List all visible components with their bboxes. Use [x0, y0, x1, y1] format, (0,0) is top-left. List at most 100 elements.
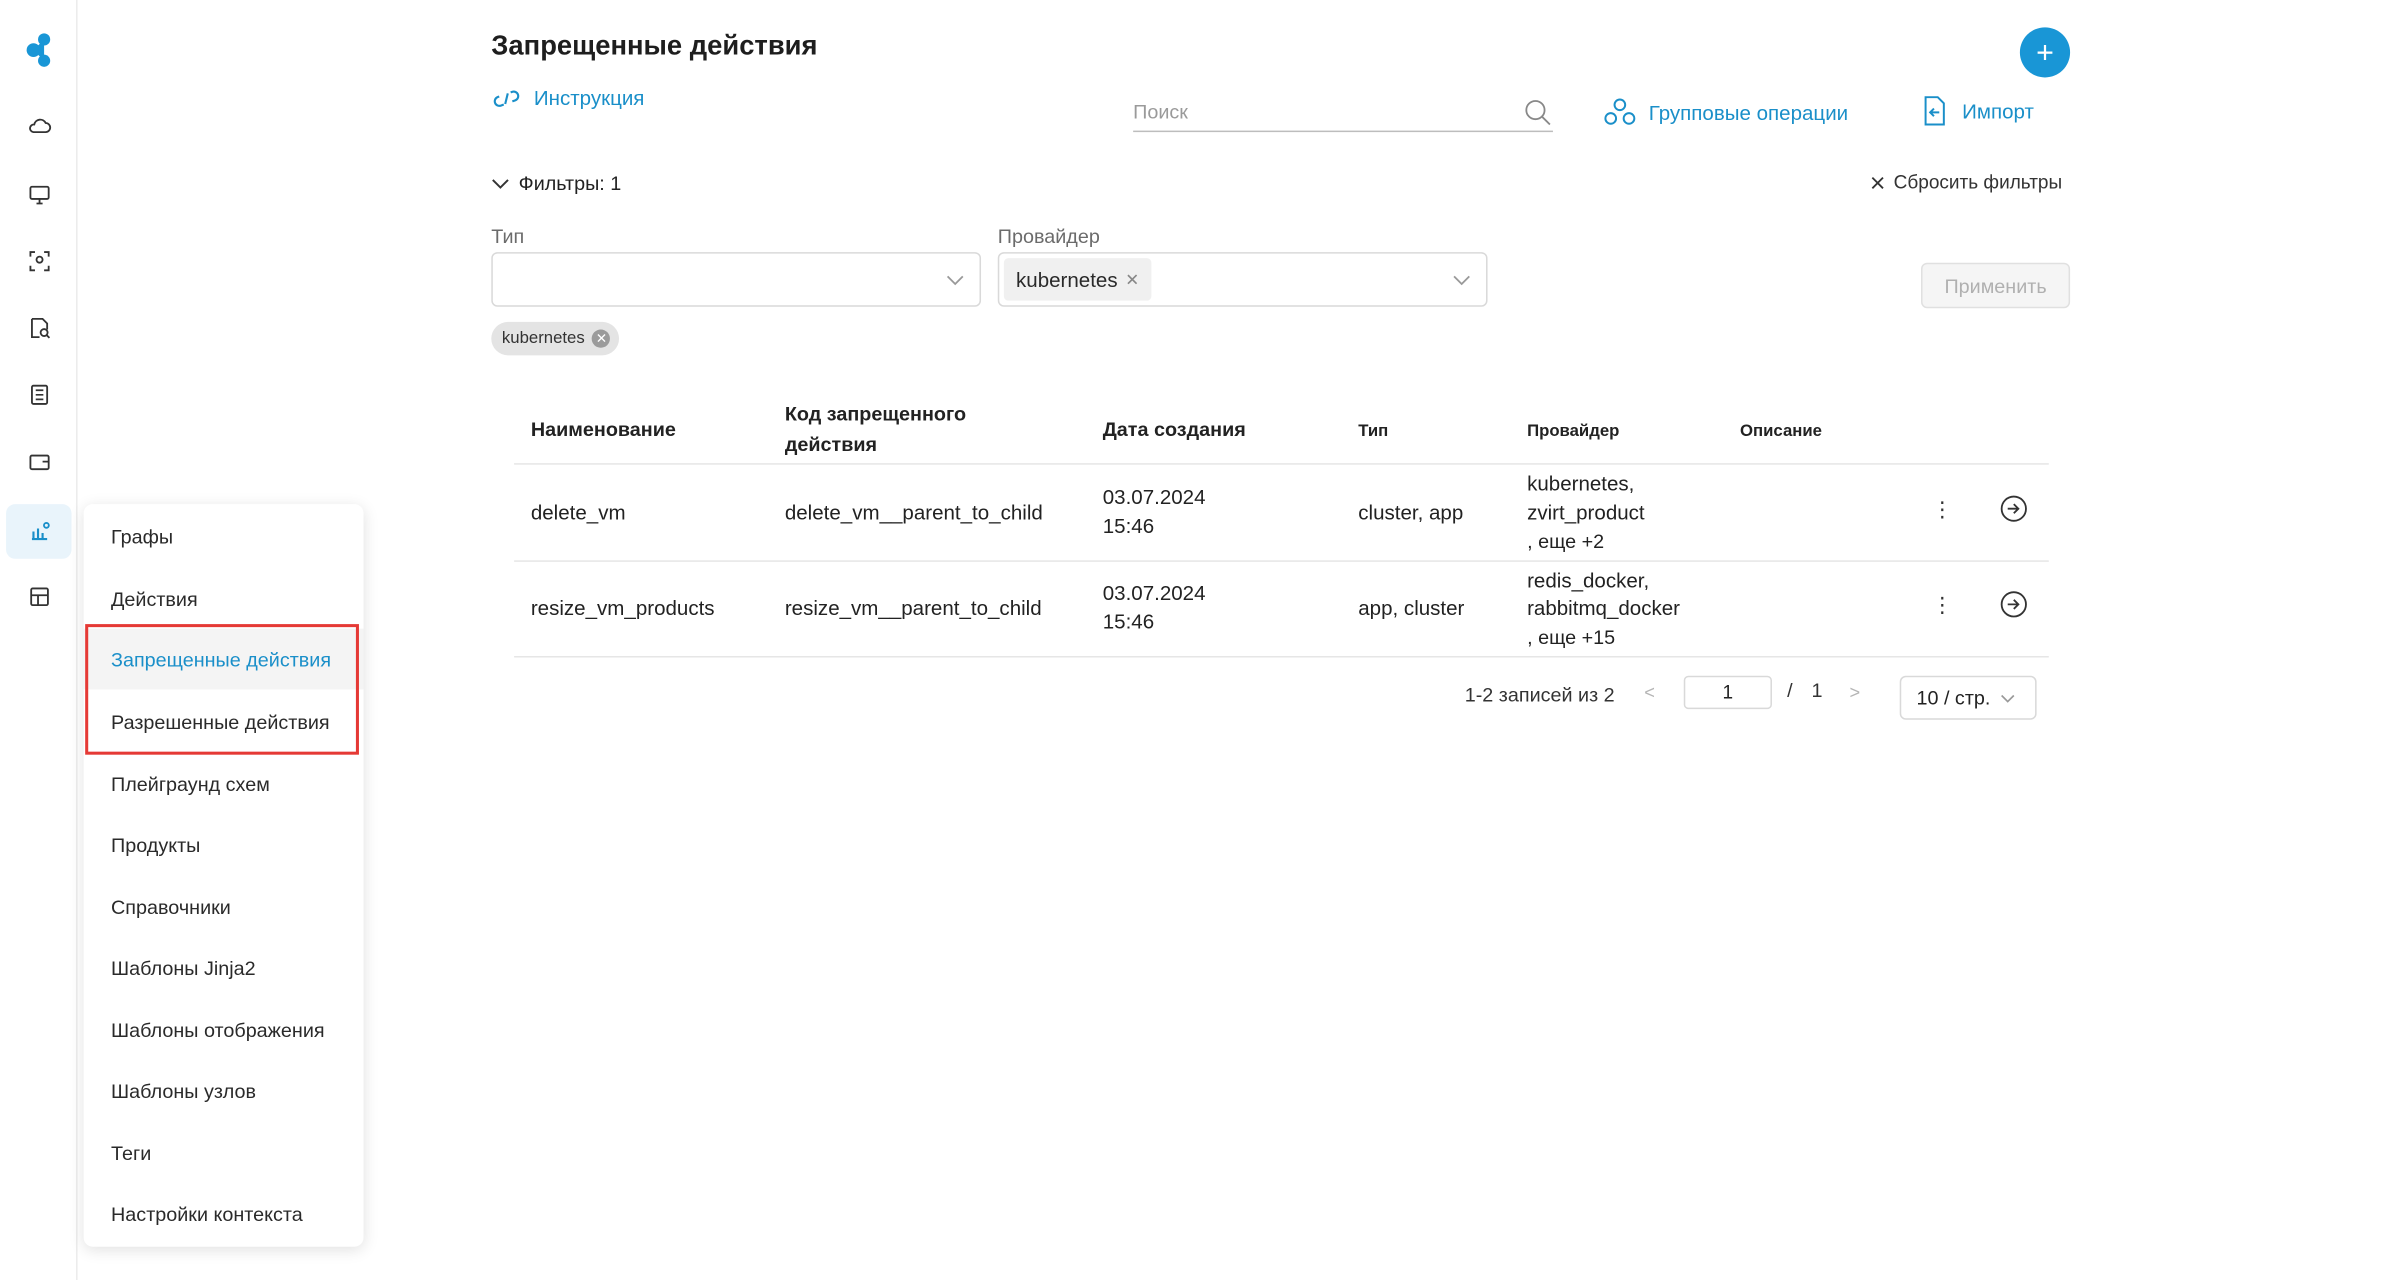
chevron-down-icon: [1453, 275, 1470, 286]
cell-code: delete_vm__parent_to_child: [784, 501, 1043, 524]
col-header-description[interactable]: Описание: [1740, 416, 1822, 446]
sidebar-rail: [0, 0, 78, 1280]
reset-filters-label: Сбросить фильтры: [1893, 171, 2063, 193]
wallet-icon: [28, 454, 49, 471]
clear-chip-icon[interactable]: ✕: [592, 329, 611, 348]
cell-provider-line1: kubernetes,: [1527, 472, 1635, 496]
table-divider: [514, 463, 2049, 465]
cell-name: delete_vm: [530, 501, 626, 524]
provider-selected-tag: kubernetes ✕: [1003, 258, 1152, 301]
menu-item-context-settings[interactable]: Настройки контекста: [84, 1183, 364, 1244]
rail-cloud-button[interactable]: [6, 100, 71, 155]
filters-label: Фильтры: 1: [518, 171, 622, 195]
next-page-icon[interactable]: >: [1850, 682, 1861, 703]
group-operations-label: Групповые операции: [1648, 100, 1849, 124]
provider-tag-label: kubernetes: [1016, 268, 1118, 291]
col-header-date[interactable]: Дата создания: [1103, 415, 1246, 445]
search-field[interactable]: [1133, 91, 1553, 133]
table-divider: [514, 560, 2049, 562]
menu-item-schema-playground[interactable]: Плейграунд схем: [84, 753, 364, 814]
page-title: Запрещенные действия: [491, 30, 818, 61]
col-header-provider[interactable]: Провайдер: [1527, 416, 1619, 446]
instruction-link[interactable]: Инструкция: [491, 86, 645, 110]
col-header-code-line1: Код запрещенного: [784, 402, 967, 426]
search-icon[interactable]: [1523, 97, 1553, 127]
rail-list-button[interactable]: [6, 367, 71, 422]
cell-provider-more[interactable]: , еще +2: [1527, 527, 1604, 556]
col-header-type[interactable]: Тип: [1358, 416, 1388, 446]
chevron-down-icon: [946, 275, 964, 286]
group-operations-button[interactable]: Групповые операции: [1603, 97, 1848, 127]
menu-item-allowed-actions[interactable]: Разрешенные действия: [84, 691, 364, 752]
graph-icon: [31, 522, 49, 541]
import-label: Импорт: [1962, 99, 2034, 123]
cell-code: resize_vm__parent_to_child: [784, 596, 1042, 620]
col-header-code[interactable]: Код запрещенного действия: [785, 399, 966, 460]
cloud-icon: [28, 118, 51, 134]
cell-name: resize_vm_products: [530, 596, 715, 620]
search-input[interactable]: [1133, 99, 1499, 123]
type-filter-label: Тип: [491, 224, 525, 248]
menu-item-jinja2-templates[interactable]: Шаблоны Jinja2: [84, 937, 364, 998]
page-size-select[interactable]: 10 / стр.: [1899, 675, 2037, 720]
active-filter-chip: kubernetes ✕: [491, 321, 620, 356]
arrow-right-circle-icon[interactable]: [2000, 495, 2027, 522]
user-scan-icon: [28, 251, 49, 272]
cell-date: 03.07.2024: [1102, 485, 1206, 509]
instruction-label: Инструкция: [533, 86, 645, 110]
import-button[interactable]: Импорт: [1921, 94, 2034, 127]
menu-item-graphs[interactable]: Графы: [84, 506, 364, 567]
rail-monitor-button[interactable]: [6, 167, 71, 222]
col-header-code-line2: действия: [784, 432, 878, 456]
cell-type: app, cluster: [1358, 596, 1465, 620]
menu-item-tags[interactable]: Теги: [84, 1122, 364, 1183]
type-filter-select[interactable]: [491, 252, 982, 307]
dashboard-icon: [29, 587, 49, 607]
cell-provider-line2: rabbitmq_docker: [1527, 596, 1681, 620]
page-size-value: 10 / стр.: [1916, 686, 1991, 710]
cell-time: 15:46: [1102, 610, 1155, 634]
menu-item-node-templates[interactable]: Шаблоны узлов: [84, 1060, 364, 1121]
document-search-icon: [30, 317, 50, 339]
menu-item-actions[interactable]: Действия: [84, 568, 364, 629]
group-icon: [1604, 98, 1636, 125]
cell-date: 03.07.2024: [1102, 581, 1206, 605]
rail-graph-button[interactable]: [6, 504, 72, 559]
prev-page-icon[interactable]: <: [1644, 682, 1655, 703]
menu-item-display-templates[interactable]: Шаблоны отображения: [84, 999, 364, 1060]
arrow-right-circle-icon[interactable]: [2000, 591, 2027, 618]
add-button[interactable]: +: [2019, 27, 2071, 78]
chevron-down-icon: [492, 178, 509, 189]
page-number-input[interactable]: 1: [1683, 675, 1772, 710]
rail-wallet-button[interactable]: [6, 434, 71, 489]
reset-filters-button[interactable]: Сбросить фильтры: [1871, 172, 2062, 193]
provider-filter-select[interactable]: kubernetes ✕: [997, 252, 1488, 307]
more-options-icon[interactable]: ⋮: [1932, 497, 1953, 523]
rail-user-scan-button[interactable]: [6, 234, 71, 289]
pagination-summary: 1-2 записей из 2: [1464, 683, 1615, 707]
link-icon: [493, 89, 520, 107]
menu-item-forbidden-actions[interactable]: Запрещенные действия: [83, 628, 364, 690]
more-options-icon[interactable]: ⋮: [1932, 592, 1953, 618]
cell-provider-more[interactable]: , еще +15: [1527, 623, 1615, 652]
list-icon: [30, 384, 48, 405]
cell-provider-line1: redis_docker,: [1527, 569, 1650, 593]
apply-button[interactable]: Применить: [1921, 262, 2071, 309]
filters-toggle[interactable]: Фильтры: 1: [491, 171, 622, 195]
rail-dashboard-button[interactable]: [6, 569, 71, 624]
navigation-flyout-menu: Графы Действия Запрещенные действия Разр…: [83, 504, 364, 1247]
table-divider: [514, 655, 2049, 658]
logo-icon[interactable]: [24, 32, 54, 68]
rail-doc-search-button[interactable]: [6, 301, 71, 356]
cell-provider-line2: zvirt_product: [1527, 501, 1645, 524]
remove-tag-icon[interactable]: ✕: [1125, 270, 1139, 289]
pagination-total-pages: 1: [1811, 678, 1823, 702]
menu-item-products[interactable]: Продукты: [84, 814, 364, 875]
active-filter-chip-label: kubernetes: [501, 329, 585, 348]
pagination-separator: /: [1787, 678, 1793, 702]
chevron-down-icon: [2000, 694, 2014, 702]
menu-item-dictionaries[interactable]: Справочники: [84, 876, 364, 937]
cell-type: cluster, app: [1358, 501, 1464, 524]
col-header-name[interactable]: Наименование: [531, 415, 676, 445]
monitor-settings-icon: [28, 185, 49, 205]
